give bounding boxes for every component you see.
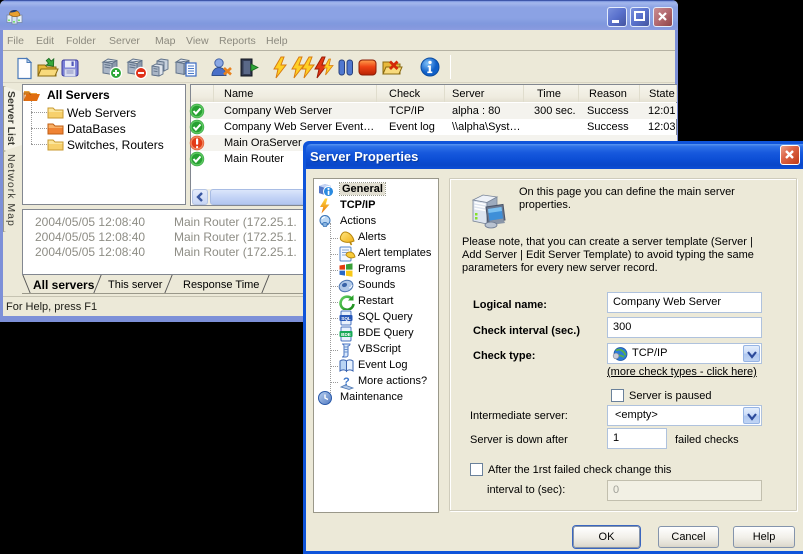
svg-text:SQL: SQL [341, 316, 351, 321]
svg-text:?: ? [343, 376, 350, 388]
svg-text:BDE: BDE [341, 332, 351, 337]
